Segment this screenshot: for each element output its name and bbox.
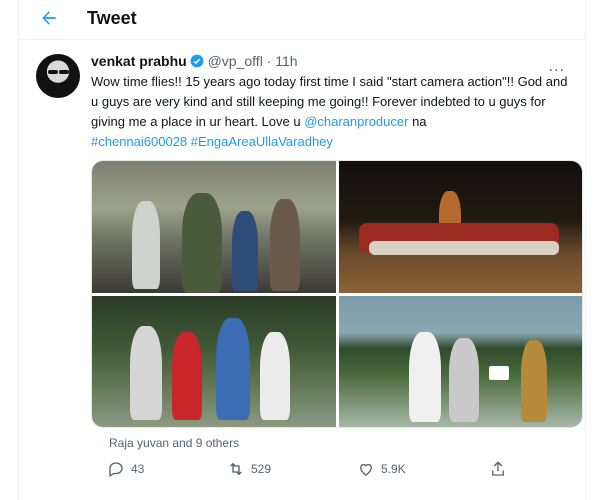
reply-button[interactable]: 43 <box>107 460 144 478</box>
tweet-meta: venkat prabhu @vp_offl · 11h <box>91 52 569 70</box>
author-handle[interactable]: @vp_offl <box>208 53 263 69</box>
tweet-actions: 43 529 5.9K <box>107 458 577 484</box>
retweet-icon <box>230 462 242 476</box>
tweet-page: Tweet ... venkat prabhu @vp_offl · 11h W… <box>18 0 586 500</box>
hashtag-link-engaarea[interactable]: #EngaAreaUllaVaradhey <box>191 134 333 149</box>
back-button[interactable] <box>39 8 63 32</box>
retweet-button[interactable]: 529 <box>227 460 271 478</box>
media-photo-1[interactable] <box>92 161 336 293</box>
share-icon <box>492 461 504 476</box>
tweet-content: venkat prabhu @vp_offl · 11h Wow time fl… <box>91 52 569 152</box>
page-title: Tweet <box>87 8 137 28</box>
media-photo-2[interactable] <box>338 161 582 293</box>
reply-icon <box>109 462 123 477</box>
like-button[interactable]: 5.9K <box>357 460 406 478</box>
tweet-text-part2: na <box>408 114 427 129</box>
verified-badge-icon <box>190 54 204 68</box>
media-photo-3[interactable] <box>92 295 336 427</box>
author-name[interactable]: venkat prabhu <box>91 53 187 69</box>
meta-separator: · <box>266 53 272 69</box>
share-button[interactable] <box>489 460 507 478</box>
arrow-left-icon <box>42 11 56 25</box>
reply-count: 43 <box>131 462 145 476</box>
heart-icon <box>360 463 372 476</box>
hashtag-link-chennai[interactable]: #chennai600028 <box>91 134 187 149</box>
like-count: 5.9K <box>381 462 406 476</box>
media-grid <box>91 160 583 428</box>
retweet-count: 529 <box>251 462 272 476</box>
page-header: Tweet <box>19 0 585 40</box>
tweet-time[interactable]: 11h <box>275 53 297 69</box>
tweet-text: Wow time flies!! 15 years ago today firs… <box>91 72 569 152</box>
liked-by-text[interactable]: Raja yuvan and 9 others <box>109 436 239 450</box>
author-avatar[interactable] <box>36 54 80 98</box>
mention-link[interactable]: @charanproducer <box>304 114 408 129</box>
media-photo-4[interactable] <box>338 295 582 427</box>
